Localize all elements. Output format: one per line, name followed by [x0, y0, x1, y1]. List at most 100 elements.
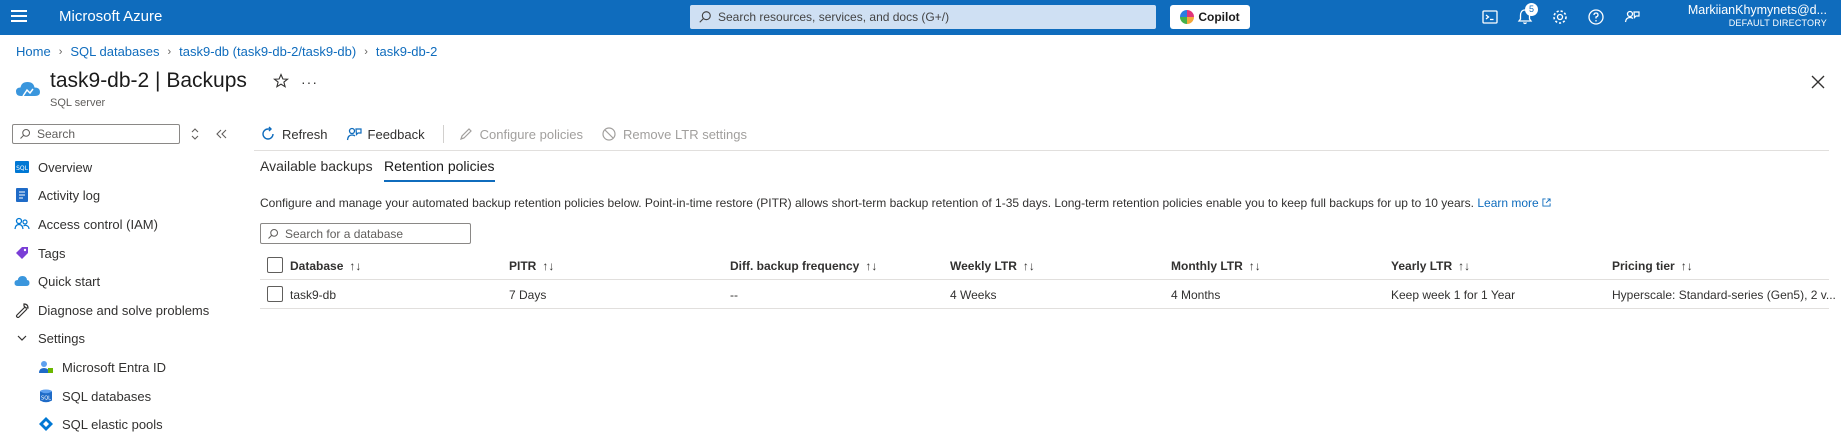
column-header-diff-frequency[interactable]: Diff. backup frequency ↑↓	[730, 259, 877, 273]
svg-text:SQL: SQL	[41, 396, 51, 402]
command-bar: Refresh Feedback Configure policies Remo…	[260, 124, 765, 144]
sidebar-item-access-control[interactable]: Access control (IAM)	[14, 213, 244, 235]
cell-database: task9-db	[290, 288, 337, 302]
sidebar-item-entra-id[interactable]: Microsoft Entra ID	[38, 356, 268, 378]
breadcrumb-database[interactable]: task9-db (task9-db-2/task9-db)	[179, 44, 356, 59]
column-header-pricing-tier[interactable]: Pricing tier ↑↓	[1612, 259, 1693, 273]
sidebar-item-label: Overview	[38, 159, 93, 175]
sidebar-item-label: Activity log	[38, 187, 101, 203]
sidebar-item-overview[interactable]: SQL Overview	[14, 156, 244, 178]
chevron-right-icon: ›	[167, 45, 172, 58]
close-icon[interactable]	[1811, 75, 1825, 89]
refresh-label: Refresh	[282, 126, 328, 142]
brand-title[interactable]: Microsoft Azure	[59, 8, 162, 25]
sort-icon: ↑↓	[542, 259, 555, 273]
column-header-yearly-ltr[interactable]: Yearly LTR ↑↓	[1391, 259, 1470, 273]
chevron-down-icon	[14, 330, 30, 346]
sort-icon: ↑↓	[1022, 259, 1035, 273]
learn-more-label: Learn more	[1477, 196, 1539, 210]
people-icon	[14, 216, 30, 232]
global-search-input[interactable]: Search resources, services, and docs (G+…	[690, 5, 1156, 29]
sql-database-icon: SQL	[38, 388, 54, 404]
search-icon	[268, 228, 279, 239]
column-header-label: Diff. backup frequency	[730, 259, 860, 273]
sort-icon: ↑↓	[1248, 259, 1261, 273]
feedback-label: Feedback	[367, 126, 425, 142]
breadcrumb-sql-databases[interactable]: SQL databases	[70, 44, 159, 59]
sort-icon: ↑↓	[1458, 259, 1471, 273]
top-bar: Microsoft Azure Search resources, servic…	[0, 0, 1841, 35]
select-all-checkbox[interactable]	[267, 257, 283, 273]
column-header-label: Database	[290, 259, 344, 273]
column-header-weekly-ltr[interactable]: Weekly LTR ↑↓	[950, 259, 1035, 273]
cloud-shell-icon[interactable]	[1481, 8, 1499, 26]
sidebar-item-activity-log[interactable]: Activity log	[14, 184, 244, 206]
wrench-icon	[14, 302, 30, 318]
sidebar-item-label: Diagnose and solve problems	[38, 302, 210, 318]
cell-yearly-ltr: Keep week 1 for 1 Year	[1391, 288, 1516, 302]
cell-pitr: 7 Days	[509, 288, 547, 302]
cell-pricing-tier: Hyperscale: Standard-series (Gen5), 2 v.…	[1612, 288, 1836, 302]
entra-id-icon	[38, 359, 54, 375]
refresh-button[interactable]: Refresh	[260, 126, 328, 142]
feedback-icon[interactable]	[1623, 8, 1641, 26]
sidebar-search-input[interactable]: Search	[12, 124, 180, 144]
copilot-button[interactable]: Copilot	[1170, 5, 1250, 29]
column-header-monthly-ltr[interactable]: Monthly LTR ↑↓	[1171, 259, 1261, 273]
search-icon	[699, 11, 711, 23]
database-search-input[interactable]: Search for a database	[260, 223, 471, 244]
column-header-pitr[interactable]: PITR ↑↓	[509, 259, 554, 273]
breadcrumb-server[interactable]: task9-db-2	[376, 44, 437, 59]
svg-text:SQL: SQL	[16, 165, 29, 172]
column-header-label: Pricing tier	[1612, 259, 1675, 273]
table-header: Database ↑↓ PITR ↑↓ Diff. backup frequency…	[260, 253, 1829, 280]
tab-available-backups[interactable]: Available backups	[260, 158, 373, 180]
configure-policies-button[interactable]: Configure policies	[458, 126, 583, 142]
tab-retention-policies[interactable]: Retention policies	[384, 158, 495, 182]
external-link-icon	[1542, 198, 1551, 207]
toolbar-divider-line	[254, 150, 1829, 151]
row-checkbox[interactable]	[267, 286, 283, 302]
sidebar-item-diagnose[interactable]: Diagnose and solve problems	[14, 299, 244, 321]
block-icon	[602, 127, 616, 141]
sort-icon: ↑↓	[865, 259, 878, 273]
notification-badge: 5	[1525, 3, 1538, 16]
user-directory: DEFAULT DIRECTORY	[1728, 18, 1827, 28]
sidebar-item-label: Microsoft Entra ID	[62, 359, 167, 375]
more-options-icon[interactable]: ···	[301, 74, 318, 90]
remove-ltr-label: Remove LTR settings	[622, 126, 747, 142]
copilot-icon	[1180, 10, 1195, 24]
sort-updown-icon[interactable]	[190, 127, 200, 141]
learn-more-link[interactable]: Learn more	[1477, 196, 1551, 210]
sort-icon: ↑↓	[349, 259, 362, 273]
sidebar-item-tags[interactable]: Tags	[14, 242, 244, 264]
sidebar-item-settings[interactable]: Settings	[14, 327, 244, 349]
sidebar-item-quick-start[interactable]: Quick start	[14, 270, 244, 292]
sidebar-item-elastic-pools[interactable]: SQL elastic pools	[38, 413, 268, 435]
sql-server-icon: SQL	[14, 159, 30, 175]
sidebar-item-label: Access control (IAM)	[38, 216, 158, 232]
breadcrumb-home[interactable]: Home	[16, 44, 51, 59]
cell-diff-frequency: --	[730, 288, 738, 302]
remove-ltr-button[interactable]: Remove LTR settings	[601, 126, 747, 142]
sidebar-item-label: SQL databases	[62, 388, 152, 404]
user-name: MarkiianKhymynets@d...	[1687, 3, 1827, 17]
table-row[interactable]: task9-db 7 Days -- 4 Weeks 4 Months Keep…	[260, 282, 1836, 309]
user-account[interactable]: MarkiianKhymynets@d... DEFAULT DIRECTORY	[1688, 3, 1827, 28]
sidebar-item-label: Quick start	[38, 273, 101, 289]
help-icon[interactable]	[1587, 8, 1605, 26]
sidebar-item-sql-databases[interactable]: SQL SQL databases	[38, 385, 268, 407]
cell-monthly-ltr: 4 Months	[1171, 288, 1221, 302]
sidebar-item-label: Settings	[38, 330, 85, 346]
menu-icon[interactable]	[11, 10, 27, 24]
feedback-button[interactable]: Feedback	[346, 126, 425, 142]
breadcrumb: Home › SQL databases › task9-db (task9-d…	[16, 44, 437, 59]
collapse-sidebar-icon[interactable]	[215, 127, 227, 141]
column-header-label: Monthly LTR	[1171, 259, 1243, 273]
search-icon	[20, 128, 31, 139]
star-icon[interactable]	[273, 73, 289, 89]
cloud-icon	[14, 273, 30, 289]
column-header-database[interactable]: Database ↑↓	[290, 259, 361, 273]
global-search-placeholder: Search resources, services, and docs (G+…	[718, 10, 950, 24]
gear-icon[interactable]	[1551, 8, 1569, 26]
